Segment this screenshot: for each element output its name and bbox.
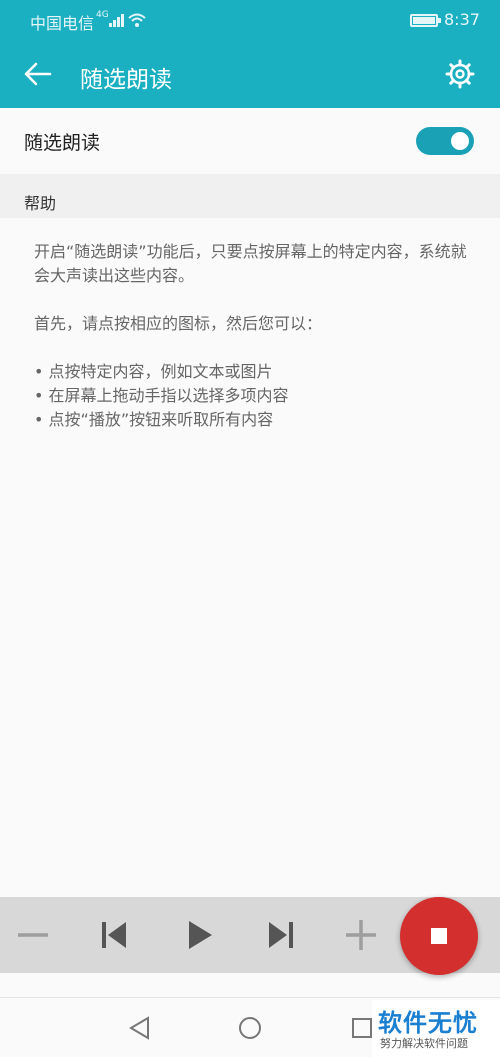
app-bar: 随选朗读 [0, 40, 500, 108]
play-icon[interactable] [180, 915, 220, 955]
previous-icon[interactable] [95, 915, 135, 955]
switch-knob [451, 132, 469, 150]
watermark-subtitle: 努力解决软件问题 [380, 1037, 468, 1050]
gear-icon[interactable] [444, 58, 476, 90]
next-icon[interactable] [260, 915, 300, 955]
help-section-header: 帮助 [0, 174, 500, 218]
help-content: 开启“随选朗读”功能后，只要点按屏幕上的特定内容，系统就会大声读出这些内容。 首… [34, 240, 474, 432]
stop-button[interactable] [400, 897, 478, 975]
help-bullet-list: • 点按特定内容，例如文本或图片 • 在屏幕上拖动手指以选择多项内容 • 点按“… [34, 360, 474, 432]
toggle-label: 随选朗读 [24, 132, 101, 154]
carrier-name: 中国电信 [30, 14, 95, 33]
back-triangle-icon[interactable] [126, 1014, 154, 1042]
help-steps-intro: 首先，请点按相应的图标，然后您可以： [34, 314, 323, 333]
help-bullet: • 点按特定内容，例如文本或图片 [34, 362, 273, 381]
plus-icon[interactable] [341, 915, 381, 955]
carrier-text: 中国电信 4G [30, 10, 109, 34]
battery-icon [410, 14, 441, 27]
help-header-label: 帮助 [24, 194, 57, 213]
help-bullet: • 在屏幕上拖动手指以选择多项内容 [34, 386, 289, 405]
watermark-logo: 软件无忧 努力解决软件问题 [372, 1000, 500, 1057]
minus-icon[interactable] [13, 915, 53, 955]
home-circle-icon[interactable] [236, 1014, 264, 1042]
network-type: 4G [96, 10, 109, 20]
stop-icon [431, 928, 447, 944]
signal-icon [109, 14, 124, 27]
back-arrow-icon[interactable] [22, 58, 54, 90]
help-intro: 开启“随选朗读”功能后，只要点按屏幕上的特定内容，系统就会大声读出这些内容。 [34, 242, 467, 285]
help-bullet: • 点按“播放”按钮来听取所有内容 [34, 410, 274, 429]
page-title: 随选朗读 [80, 67, 172, 93]
watermark-brand: 软件无忧 [378, 1009, 478, 1037]
wifi-icon [128, 13, 146, 27]
clock: 8:37 [444, 10, 480, 29]
status-bar: 中国电信 4G 8:37 [0, 0, 500, 40]
select-to-speak-switch[interactable] [416, 127, 474, 155]
select-to-speak-row[interactable]: 随选朗读 [0, 108, 500, 174]
